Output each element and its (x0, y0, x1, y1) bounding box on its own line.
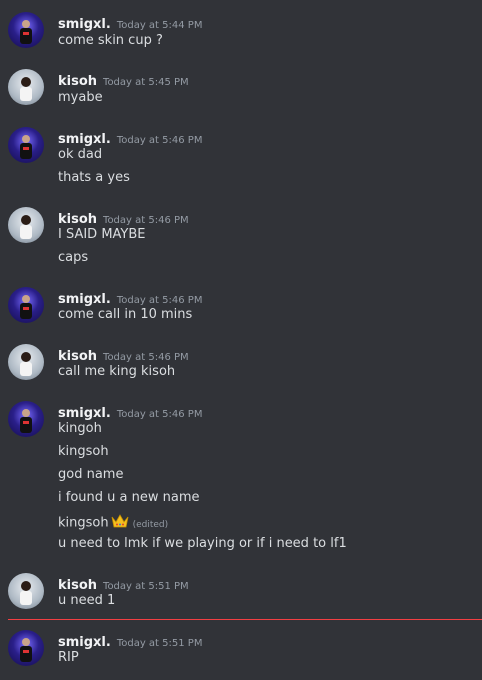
timestamp: Today at 5:46 PM (116, 295, 203, 306)
message-text: u need to lmk if we playing or if i need… (58, 536, 347, 551)
timestamp: Today at 5:51 PM (116, 638, 203, 649)
avatar[interactable] (8, 630, 44, 666)
message-text: RIP (58, 650, 79, 665)
avatar[interactable] (8, 127, 44, 163)
username[interactable]: kisoh (58, 212, 97, 227)
username[interactable]: kisoh (58, 74, 97, 89)
message-text: ok dad (58, 147, 103, 162)
avatar[interactable] (8, 401, 44, 437)
username[interactable]: smigxl. (58, 635, 111, 650)
message-text: I SAID MAYBE (58, 227, 146, 242)
avatar[interactable] (8, 69, 44, 105)
message-text: call me king kisoh (58, 364, 176, 379)
timestamp: Today at 5:46 PM (103, 352, 189, 363)
avatar[interactable] (8, 207, 44, 243)
edited-label: (edited) (132, 519, 169, 530)
avatar[interactable] (8, 573, 44, 609)
timestamp: Today at 5:46 PM (103, 215, 189, 226)
timestamp: Today at 5:44 PM (116, 20, 203, 31)
message-text: myabe (58, 90, 103, 105)
message-text: thats a yes (58, 170, 130, 185)
timestamp: Today at 5:45 PM (103, 77, 189, 88)
timestamp: Today at 5:46 PM (116, 409, 203, 420)
message-text: god name (58, 467, 124, 482)
message-text: u need 1 (58, 593, 116, 608)
username[interactable]: kisoh (58, 578, 97, 593)
avatar[interactable] (8, 287, 44, 323)
message-text: kingsoh (58, 444, 109, 459)
avatar[interactable] (8, 12, 44, 48)
message-text: come call in 10 mins (58, 307, 193, 322)
username[interactable]: kisoh (58, 349, 97, 364)
message-text: kingsoh (58, 515, 109, 531)
message-text: caps (58, 250, 89, 265)
username[interactable]: smigxl. (58, 132, 111, 147)
crown-emoji-icon[interactable] (111, 513, 129, 533)
message-text: i found u a new name (58, 490, 200, 505)
username[interactable]: smigxl. (58, 292, 111, 307)
message-text: come skin cup ? (58, 33, 163, 48)
username[interactable]: smigxl. (58, 406, 111, 421)
new-messages-divider (8, 619, 482, 620)
avatar[interactable] (8, 344, 44, 380)
message-text-edited: kingsoh (edited) (58, 513, 168, 533)
timestamp: Today at 5:51 PM (103, 581, 189, 592)
message-text: kingoh (58, 421, 102, 436)
timestamp: Today at 5:46 PM (116, 135, 203, 146)
username[interactable]: smigxl. (58, 17, 111, 32)
